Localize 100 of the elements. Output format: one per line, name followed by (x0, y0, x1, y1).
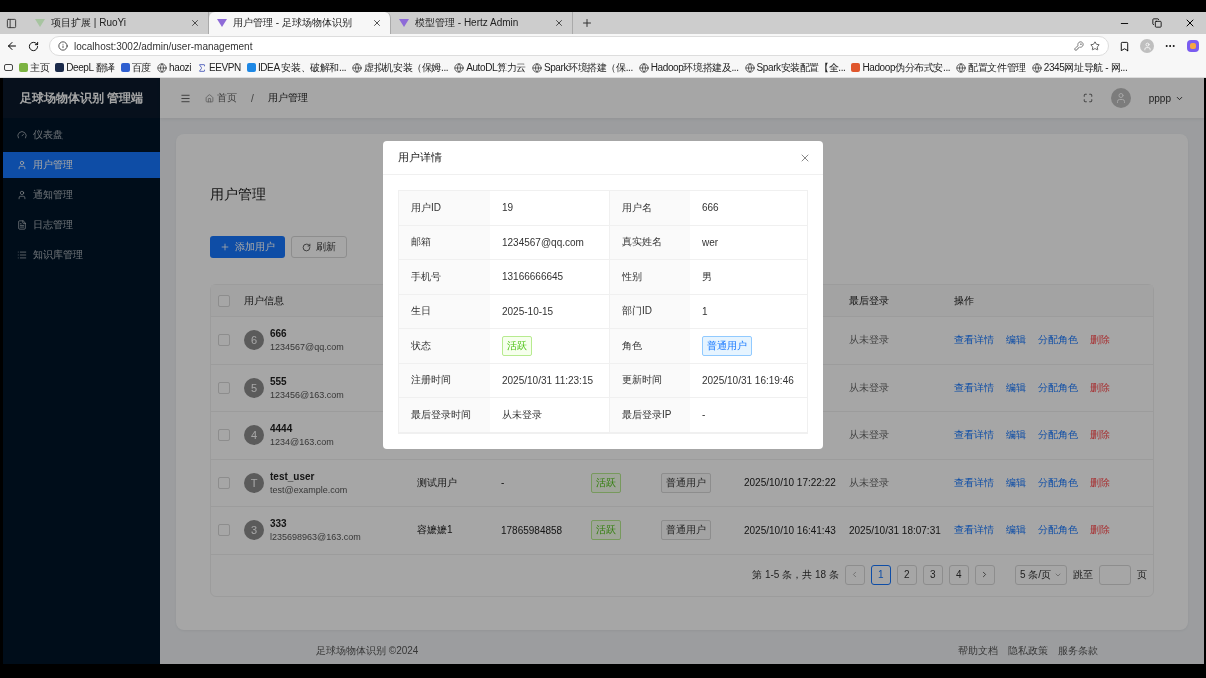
globe-icon (744, 62, 755, 73)
user-icon (17, 160, 27, 170)
action-link[interactable]: 分配角色 (1038, 428, 1078, 443)
action-link[interactable]: 编辑 (1006, 475, 1026, 490)
bookmark-link[interactable]: EEVPN (197, 62, 241, 73)
copilot-icon[interactable] (1186, 39, 1200, 53)
key-icon[interactable] (1074, 41, 1084, 51)
checkbox[interactable] (218, 381, 230, 394)
footer-link[interactable]: 隐私政策 (1008, 644, 1048, 658)
detail-label: 注册时间 (399, 363, 490, 398)
delete-link[interactable]: 删除 (1090, 333, 1110, 348)
username: 333 (270, 518, 288, 530)
back-icon[interactable] (6, 40, 18, 52)
detail-label: 用户ID (399, 191, 490, 226)
action-link[interactable]: 编辑 (1006, 380, 1026, 395)
table-cell-text: 17865984858 (501, 524, 564, 536)
bookmark-link[interactable]: AutoDL算力云 (454, 60, 526, 75)
page-unit: 页 (1137, 567, 1147, 582)
bookmark-link[interactable]: 2345网址导航 - 网... (1031, 60, 1128, 75)
table-cell-text: 从未登录 (849, 475, 890, 490)
user-name[interactable]: pppp (1148, 92, 1171, 104)
bookmark-link[interactable]: DeepL 翻译 (55, 60, 115, 75)
browser-tab[interactable]: 用户管理 - 足球场物体识别 (209, 12, 391, 34)
bookmark-link[interactable]: 配置文件管理 (956, 60, 1026, 75)
jump-label: 跳至 (1073, 567, 1093, 582)
bookmark-link[interactable]: 百度 (120, 60, 152, 75)
close-icon[interactable] (372, 18, 382, 28)
address-bar[interactable]: localhost:3002/admin/user-management (49, 36, 1109, 56)
fullscreen-icon[interactable] (1082, 93, 1093, 103)
new-tab-icon[interactable] (581, 17, 593, 29)
sidebar-item[interactable]: 用户管理 (3, 152, 160, 178)
action-link[interactable]: 分配角色 (1038, 333, 1078, 348)
home-icon (205, 93, 214, 103)
star-icon[interactable] (1090, 41, 1100, 51)
close-icon[interactable] (190, 18, 200, 28)
avatar: 5 (244, 377, 264, 398)
checkbox[interactable] (218, 476, 230, 489)
sidebar-item[interactable]: 仪表盘 (3, 122, 160, 148)
bookmark-link[interactable]: Spark环境搭建（保... (531, 60, 633, 75)
sidebar-item[interactable]: 日志管理 (3, 212, 160, 238)
bookmark-link[interactable]: Spark安装配置【全... (744, 60, 846, 75)
column-header: 最后登录 (849, 293, 890, 308)
role-tag: 普通用户 (661, 520, 711, 541)
bookmark-link[interactable]: IDEA 安装、破解和... (246, 60, 347, 75)
action-link[interactable]: 分配角色 (1038, 380, 1078, 395)
bookmark-link[interactable]: Hadoop环境搭建及... (638, 60, 739, 75)
action-link[interactable]: 分配角色 (1038, 523, 1078, 538)
bookmarks-icon[interactable] (4, 64, 13, 71)
menu-icon[interactable] (180, 92, 191, 104)
tab-actions-icon[interactable] (6, 17, 17, 29)
footer-link[interactable]: 帮助文档 (958, 644, 998, 658)
checkbox[interactable] (218, 429, 230, 442)
favorites-icon[interactable] (1119, 40, 1130, 52)
breadcrumb-item[interactable]: 首页 (217, 91, 237, 105)
sidebar-item[interactable]: 通知管理 (3, 182, 160, 208)
checkbox[interactable] (218, 294, 230, 307)
bookmark-link[interactable]: 虚拟机安装（保姆... (352, 60, 449, 75)
info-icon[interactable] (58, 41, 68, 51)
tab-favicon-icon (217, 18, 227, 28)
action-link[interactable]: 查看详情 (954, 380, 994, 395)
avatar: 4 (244, 425, 264, 446)
action-link[interactable]: 查看详情 (954, 475, 994, 490)
close-icon[interactable] (1184, 17, 1196, 29)
page-button[interactable]: 2 (896, 564, 917, 585)
bookmark-link[interactable]: haozi (157, 62, 191, 73)
status-tag: 活跃 (591, 472, 621, 493)
page-button[interactable]: 4 (948, 564, 969, 585)
action-link[interactable]: 分配角色 (1038, 475, 1078, 490)
action-link[interactable]: 查看详情 (954, 428, 994, 443)
page-input[interactable] (1099, 564, 1131, 585)
action-link[interactable]: 查看详情 (954, 333, 994, 348)
delete-link[interactable]: 删除 (1090, 380, 1110, 395)
bookmark-link[interactable]: 主页 (19, 60, 50, 75)
delete-link[interactable]: 删除 (1090, 428, 1110, 443)
sidebar-item[interactable]: 知识库管理 (3, 242, 160, 268)
delete-link[interactable]: 删除 (1090, 523, 1110, 538)
action-link[interactable]: 编辑 (1006, 333, 1026, 348)
detail-value: 13166666645 (502, 271, 564, 283)
refresh-button[interactable]: 刷新 (291, 236, 347, 258)
bookmark-link[interactable]: Hadoop伪分布式安... (851, 60, 951, 75)
page-button[interactable]: 1 (870, 564, 891, 585)
page-button[interactable]: 3 (922, 564, 943, 585)
reload-icon[interactable] (28, 40, 39, 52)
copyright-text: 足球场物体识别 ©2024 (316, 644, 419, 658)
page-size-select[interactable]: 5 条/页 (1014, 564, 1067, 585)
email: 1234@163.com (270, 437, 334, 448)
restore-icon[interactable] (1152, 18, 1162, 28)
checkbox[interactable] (218, 334, 230, 347)
username: 666 (270, 328, 288, 340)
footer-link[interactable]: 服务条款 (1058, 644, 1098, 658)
username: 4444 (270, 423, 294, 435)
add-button[interactable]: 添加用户 (210, 236, 285, 258)
checkbox[interactable] (218, 524, 230, 537)
action-link[interactable]: 查看详情 (954, 523, 994, 538)
close-icon[interactable] (554, 18, 564, 28)
delete-link[interactable]: 删除 (1090, 475, 1110, 490)
action-link[interactable]: 编辑 (1006, 523, 1026, 538)
tab-favicon-icon (399, 18, 409, 28)
action-link[interactable]: 编辑 (1006, 428, 1026, 443)
globe-icon (352, 62, 363, 73)
